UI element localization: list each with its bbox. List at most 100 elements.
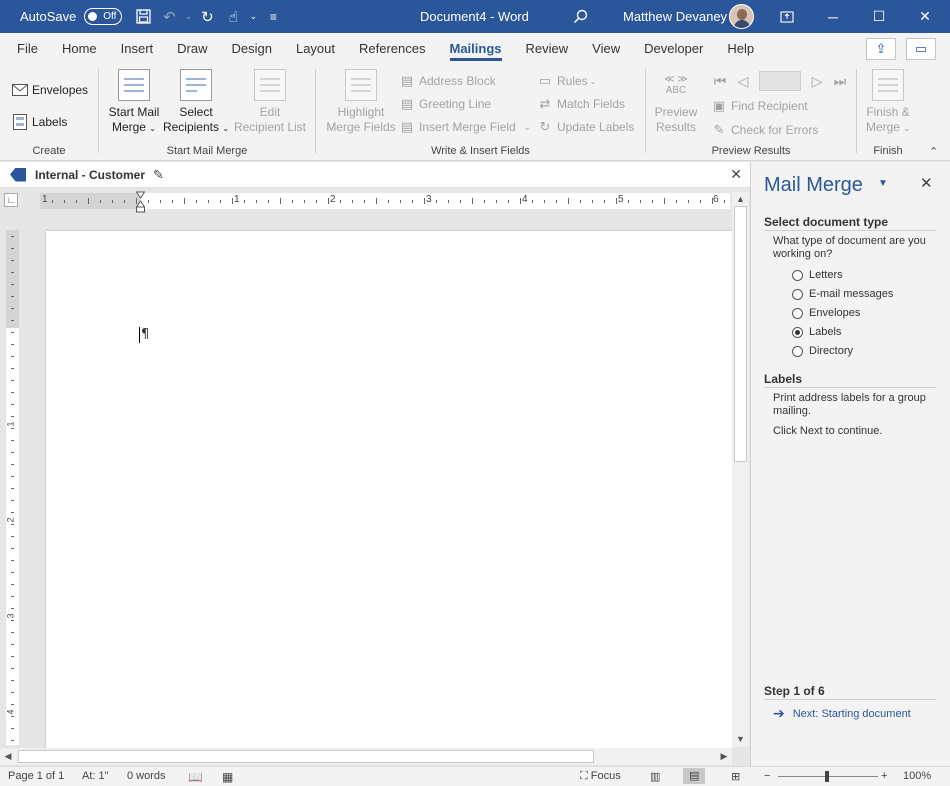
autosave-toggle[interactable]: Off (84, 8, 123, 25)
scroll-up-icon[interactable]: ▲ (732, 192, 749, 207)
radio-button[interactable] (792, 288, 803, 300)
radio-letters[interactable]: Letters (792, 267, 843, 283)
print-layout-icon[interactable]: ▤ (683, 768, 706, 784)
pencil-icon[interactable]: ✎ (153, 167, 164, 183)
match-fields-button[interactable]: ⇄ Match Fields (537, 93, 625, 115)
tab-mailings[interactable]: Mailings (438, 33, 514, 63)
highlight-merge-fields-button[interactable]: Highlight Merge Fields (323, 69, 399, 135)
tab-draw[interactable]: Draw (165, 33, 219, 63)
tab-design[interactable]: Design (220, 33, 284, 63)
undo-icon[interactable]: ↶ (156, 0, 182, 33)
focus-button[interactable]: ⛶ Focus (580, 770, 621, 783)
user-name[interactable]: Matthew Devaney (623, 0, 727, 33)
tab-developer[interactable]: Developer (632, 33, 715, 63)
next-step-link[interactable]: ➔ Next: Starting document (773, 705, 911, 722)
horizontal-scrollbar[interactable]: ◀ ▶ (0, 748, 732, 765)
tab-references[interactable]: References (347, 33, 437, 63)
radio-button-selected[interactable] (792, 326, 803, 338)
radio-directory[interactable]: Directory (792, 343, 853, 359)
update-labels-button[interactable]: ↻ Update Labels (537, 116, 635, 138)
zoom-out-icon[interactable]: − (764, 770, 770, 782)
ribbon-separator (315, 69, 316, 153)
tab-file[interactable]: File (0, 33, 50, 63)
tab-selector[interactable]: ∟ (4, 193, 18, 207)
greeting-line-button[interactable]: ▤ Greeting Line (399, 93, 491, 115)
avatar[interactable] (729, 4, 754, 29)
ruler-tick (352, 200, 353, 203)
web-layout-icon[interactable]: ⊞ (731, 770, 740, 783)
radio-button[interactable] (792, 307, 803, 319)
scroll-right-icon[interactable]: ▶ (716, 748, 732, 765)
minimize-icon[interactable]: ─ (810, 0, 856, 33)
ruler-tick (424, 198, 425, 204)
scroll-left-icon[interactable]: ◀ (0, 748, 16, 765)
ruler-number: 5 (618, 194, 624, 205)
search-icon[interactable] (568, 6, 592, 26)
ribbon-display-options-icon[interactable] (764, 0, 810, 33)
edit-recipient-list-button[interactable]: Edit Recipient List (232, 69, 308, 135)
document-page[interactable]: ¶ (46, 231, 732, 748)
zoom-level[interactable]: 100% (903, 770, 931, 782)
tab-view[interactable]: View (580, 33, 632, 63)
zoom-slider-thumb[interactable] (825, 771, 829, 782)
maximize-icon[interactable]: ☐ (856, 0, 902, 33)
record-number-input[interactable] (759, 71, 801, 91)
close-icon[interactable]: ✕ (902, 0, 948, 33)
cursor-position[interactable]: At: 1" (82, 770, 109, 782)
labels-label: Labels (32, 115, 68, 129)
select-recipients-button[interactable]: Select Recipients ⌄ (162, 69, 230, 136)
radio-envelopes[interactable]: Envelopes (792, 305, 860, 321)
preview-results-button[interactable]: ≪ ≫ ABC Preview Results (649, 69, 703, 135)
save-icon[interactable] (130, 0, 156, 33)
rules-button[interactable]: ▭ Rules ⌄ (537, 70, 597, 92)
read-mode-icon[interactable]: ▥ (650, 770, 660, 783)
undo-dropdown-icon[interactable]: ⌄ (182, 0, 194, 33)
last-record-icon[interactable]: ⏭ (829, 73, 851, 90)
tab-review[interactable]: Review (514, 33, 581, 63)
finish-merge-button[interactable]: Finish & Merge ⌄ (860, 69, 916, 136)
ribbon-tabs: File Home Insert Draw Design Layout Refe… (0, 33, 950, 63)
address-block-button[interactable]: ▤ Address Block (399, 70, 496, 92)
scroll-thumb[interactable] (18, 750, 594, 763)
check-for-errors-button[interactable]: ✎ Check for Errors (711, 119, 819, 141)
collapse-ribbon-icon[interactable]: ⌃ (929, 145, 938, 158)
touch-mode-icon[interactable]: ☝ (220, 0, 246, 33)
share-icon[interactable]: ⇪ (866, 38, 896, 60)
customize-qat-icon[interactable]: ≡ (260, 0, 286, 33)
ruler-tick (11, 608, 14, 609)
envelopes-button[interactable]: Envelopes (12, 79, 88, 101)
insert-merge-field-button[interactable]: ▤ Insert Merge Field ⌄ (399, 116, 531, 138)
close-icon[interactable]: ✕ (730, 166, 742, 183)
comments-icon[interactable]: ▭ (906, 38, 936, 60)
tab-insert[interactable]: Insert (109, 33, 166, 63)
previous-record-icon[interactable]: ◁ (731, 73, 755, 90)
scroll-thumb[interactable] (734, 206, 747, 462)
close-icon[interactable]: ✕ (920, 174, 933, 192)
radio-button[interactable] (792, 345, 803, 357)
vertical-ruler[interactable]: 1 2 3 4 (6, 230, 19, 745)
start-mail-merge-button[interactable]: Start Mail Merge ⌄ (106, 69, 162, 136)
first-record-icon[interactable]: ⏮ (709, 73, 731, 90)
tab-help[interactable]: Help (715, 33, 766, 63)
indent-marker-icon[interactable] (135, 191, 146, 213)
zoom-in-icon[interactable]: + (881, 770, 887, 782)
radio-button[interactable] (792, 269, 803, 281)
chevron-down-icon: ⌄ (149, 124, 157, 133)
next-record-icon[interactable]: ▷ (805, 73, 829, 90)
word-count[interactable]: 0 words (127, 770, 166, 782)
radio-labels[interactable]: Labels (792, 324, 841, 340)
vertical-scrollbar[interactable]: ▲ ▼ (732, 192, 749, 747)
pane-options-icon[interactable]: ▼ (878, 178, 888, 189)
redo-icon[interactable]: ↻ (194, 0, 220, 33)
tab-layout[interactable]: Layout (284, 33, 347, 63)
page-count[interactable]: Page 1 of 1 (8, 770, 64, 782)
ruler-tick (220, 200, 221, 203)
labels-button[interactable]: Labels (12, 111, 67, 133)
scroll-down-icon[interactable]: ▼ (732, 732, 749, 747)
proofing-icon[interactable]: 📖 (188, 770, 203, 784)
radio-email-messages[interactable]: E-mail messages (792, 286, 893, 302)
touch-dropdown-icon[interactable]: ⌄ (246, 0, 260, 33)
find-recipient-button[interactable]: ▣ Find Recipient (711, 95, 808, 117)
tab-home[interactable]: Home (50, 33, 109, 63)
macro-recording-icon[interactable]: ▦ (222, 770, 233, 784)
